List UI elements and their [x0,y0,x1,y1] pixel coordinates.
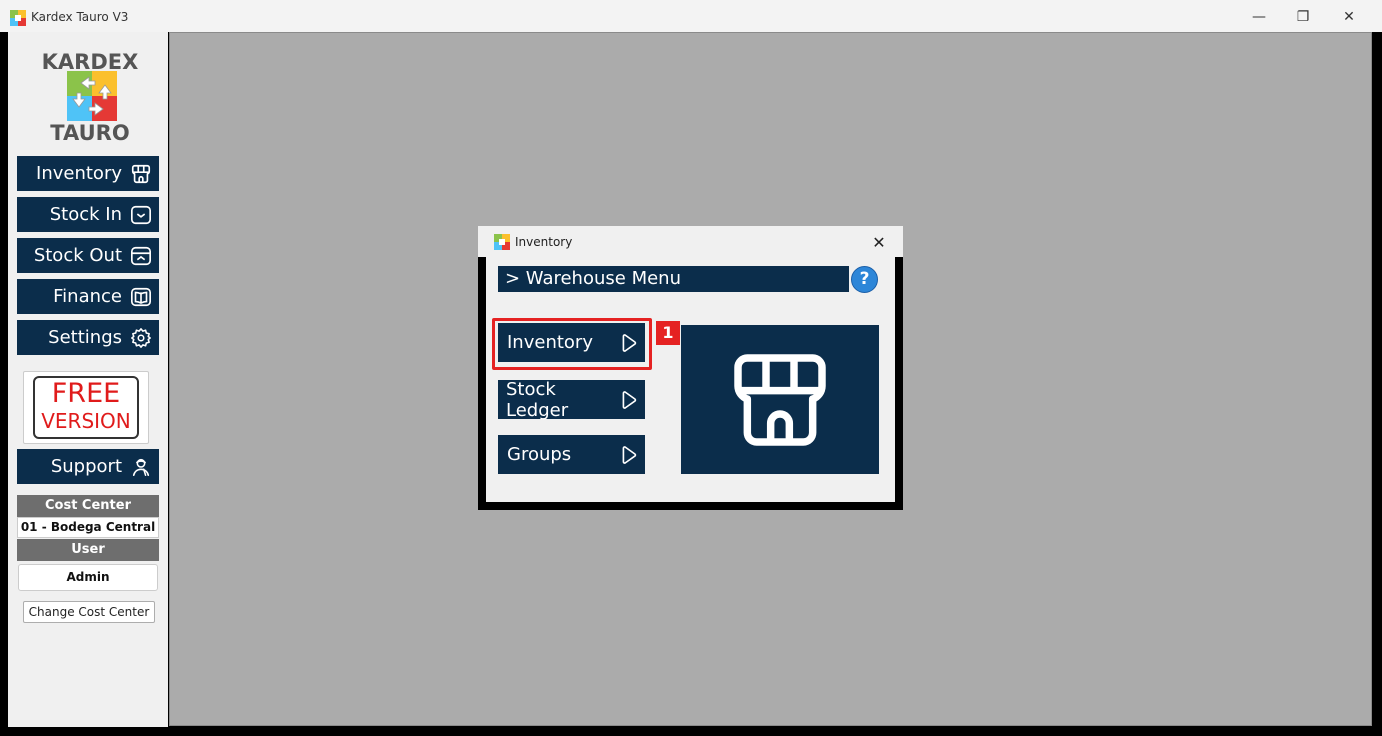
help-button[interactable]: ? [851,266,878,293]
nav-settings-label: Settings [48,327,122,348]
nav-settings-button[interactable]: Settings [17,320,159,355]
groups-menu-label: Groups [507,444,572,465]
annotation-badge: 1 [656,321,680,345]
nav-inventory-label: Inventory [36,163,122,184]
sidebar: KARDEX TAURO Inventory Stock In Stock Ou… [8,32,168,727]
free-version-frame: FREE VERSION [33,376,139,439]
version-text: VERSION [41,409,131,433]
inventory-preview-panel [681,325,879,474]
app-logo-icon [10,10,26,26]
store-icon [131,164,151,183]
selection-highlight [492,318,652,370]
inventory-dialog: Inventory ✕ > Warehouse Menu ? Inventory… [478,226,903,510]
close-window-button[interactable]: ✕ [1334,6,1364,28]
nav-stock-out-label: Stock Out [33,245,122,266]
cost-center-label: Cost Center [17,495,159,517]
play-icon [622,390,637,409]
tray-out-icon [131,246,151,265]
logo-puzzle-icon [67,71,117,121]
minimize-button[interactable]: — [1244,6,1274,28]
gear-icon [131,327,151,348]
stock-ledger-menu-label: Stock Ledger [506,378,569,421]
dialog-close-button[interactable]: ✕ [868,231,890,253]
groups-menu-button[interactable]: Groups [498,435,645,474]
free-version-badge: FREE VERSION [23,371,149,444]
tray-in-icon [131,205,151,224]
play-icon [622,445,637,464]
support-agent-icon [132,458,150,476]
nav-stock-in-label: Stock In [49,204,122,225]
dialog-body: > Warehouse Menu ? Inventory Stock Ledge… [486,257,895,502]
nav-stock-in-button[interactable]: Stock In [17,197,159,232]
dialog-title-bar: Inventory ✕ [478,226,903,257]
nav-support-button[interactable]: Support [17,449,159,484]
nav-finance-label: Finance [53,286,122,307]
nav-stock-out-button[interactable]: Stock Out [17,238,159,273]
stock-ledger-menu-button[interactable]: Stock Ledger [498,378,645,421]
user-label: User [17,539,159,561]
maximize-button[interactable]: ❐ [1288,6,1318,28]
change-cost-center-button[interactable]: Change Cost Center [23,601,155,623]
app-window: Kardex Tauro V3 — ❐ ✕ KARDEX TAURO Inven… [0,0,1382,736]
book-icon [131,287,151,306]
store-icon [734,353,826,446]
cost-center-value: 01 - Bodega Central [17,517,159,538]
kardex-tauro-logo: KARDEX TAURO [36,50,144,146]
title-bar: Kardex Tauro V3 — ❐ ✕ [0,0,1382,32]
user-value: Admin [18,564,158,591]
warehouse-menu-header: > Warehouse Menu [498,266,849,292]
logo-text-bottom: TAURO [50,121,130,145]
window-title: Kardex Tauro V3 [31,10,129,24]
dialog-app-icon [494,234,510,250]
nav-finance-button[interactable]: Finance [17,279,159,314]
dialog-title: Inventory [515,235,573,249]
nav-support-label: Support [50,456,122,477]
free-text: FREE [51,378,121,409]
nav-inventory-button[interactable]: Inventory [17,156,159,191]
